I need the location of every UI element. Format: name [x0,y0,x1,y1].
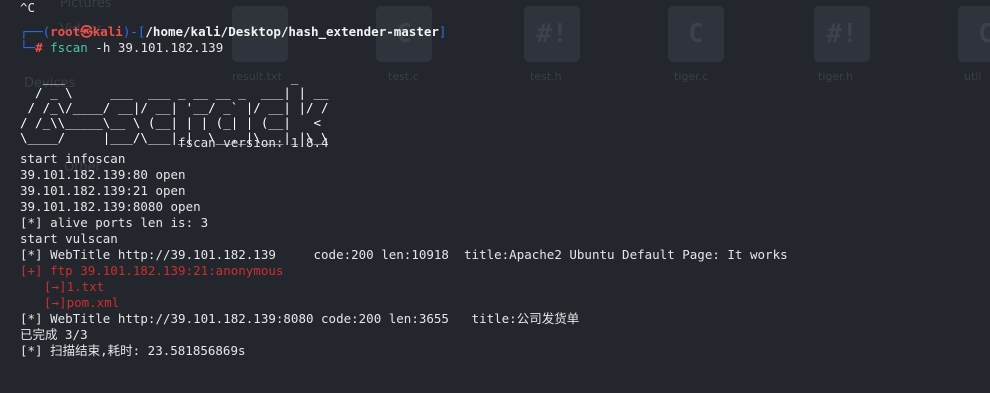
command-name: fscan [50,40,88,55]
prompt-user: root㉿kali [50,24,123,39]
fscan-ascii-banner: ___ _ / _ \ ___ ___ _ __ __ _ ___| | __ … [20,70,337,145]
output-line: 39.101.182.139:21 open [20,183,186,198]
terminal-window[interactable]: ^C ┌──(root㉿kali)-[/home/kali/Desktop/ha… [20,0,980,359]
output-line: [*] WebTitle http://39.101.182.139 code:… [20,247,788,262]
output-line: start infoscan [20,151,126,166]
output-line: 39.101.182.139:8080 open [20,199,201,214]
interrupt-text: ^C [20,0,36,15]
prompt-path: /home/kali/Desktop/hash_extender-master [145,24,439,39]
output-line: [*] WebTitle http://39.101.182.139:8080 … [20,311,580,326]
output-line: 已完成 3/3 [20,327,88,342]
output-line: [→]1.txt [44,279,105,294]
scan-output: start infoscan 39.101.182.139:80 open 39.1… [20,151,980,359]
output-line: [*] 扫描结束,耗时: 23.581856869s [20,343,246,358]
fscan-version: fscan version: 1.8.4 [20,135,329,150]
output-line: start vulscan [20,231,118,246]
output-line: 39.101.182.139:80 open [20,167,186,182]
output-line: [+] ftp 39.101.182.139:21:anonymous [20,263,284,278]
prompt-first-line: ┌──(root㉿kali)-[/home/kali/Desktop/hash_… [20,24,447,39]
output-line: [→]pom.xml [44,295,120,310]
command-args: -h 39.101.182.139 [87,40,224,55]
command-line[interactable]: └─ # fscan -h 39.101.182.139 [20,40,980,56]
output-line: [*] alive ports len is: 3 [20,215,209,230]
